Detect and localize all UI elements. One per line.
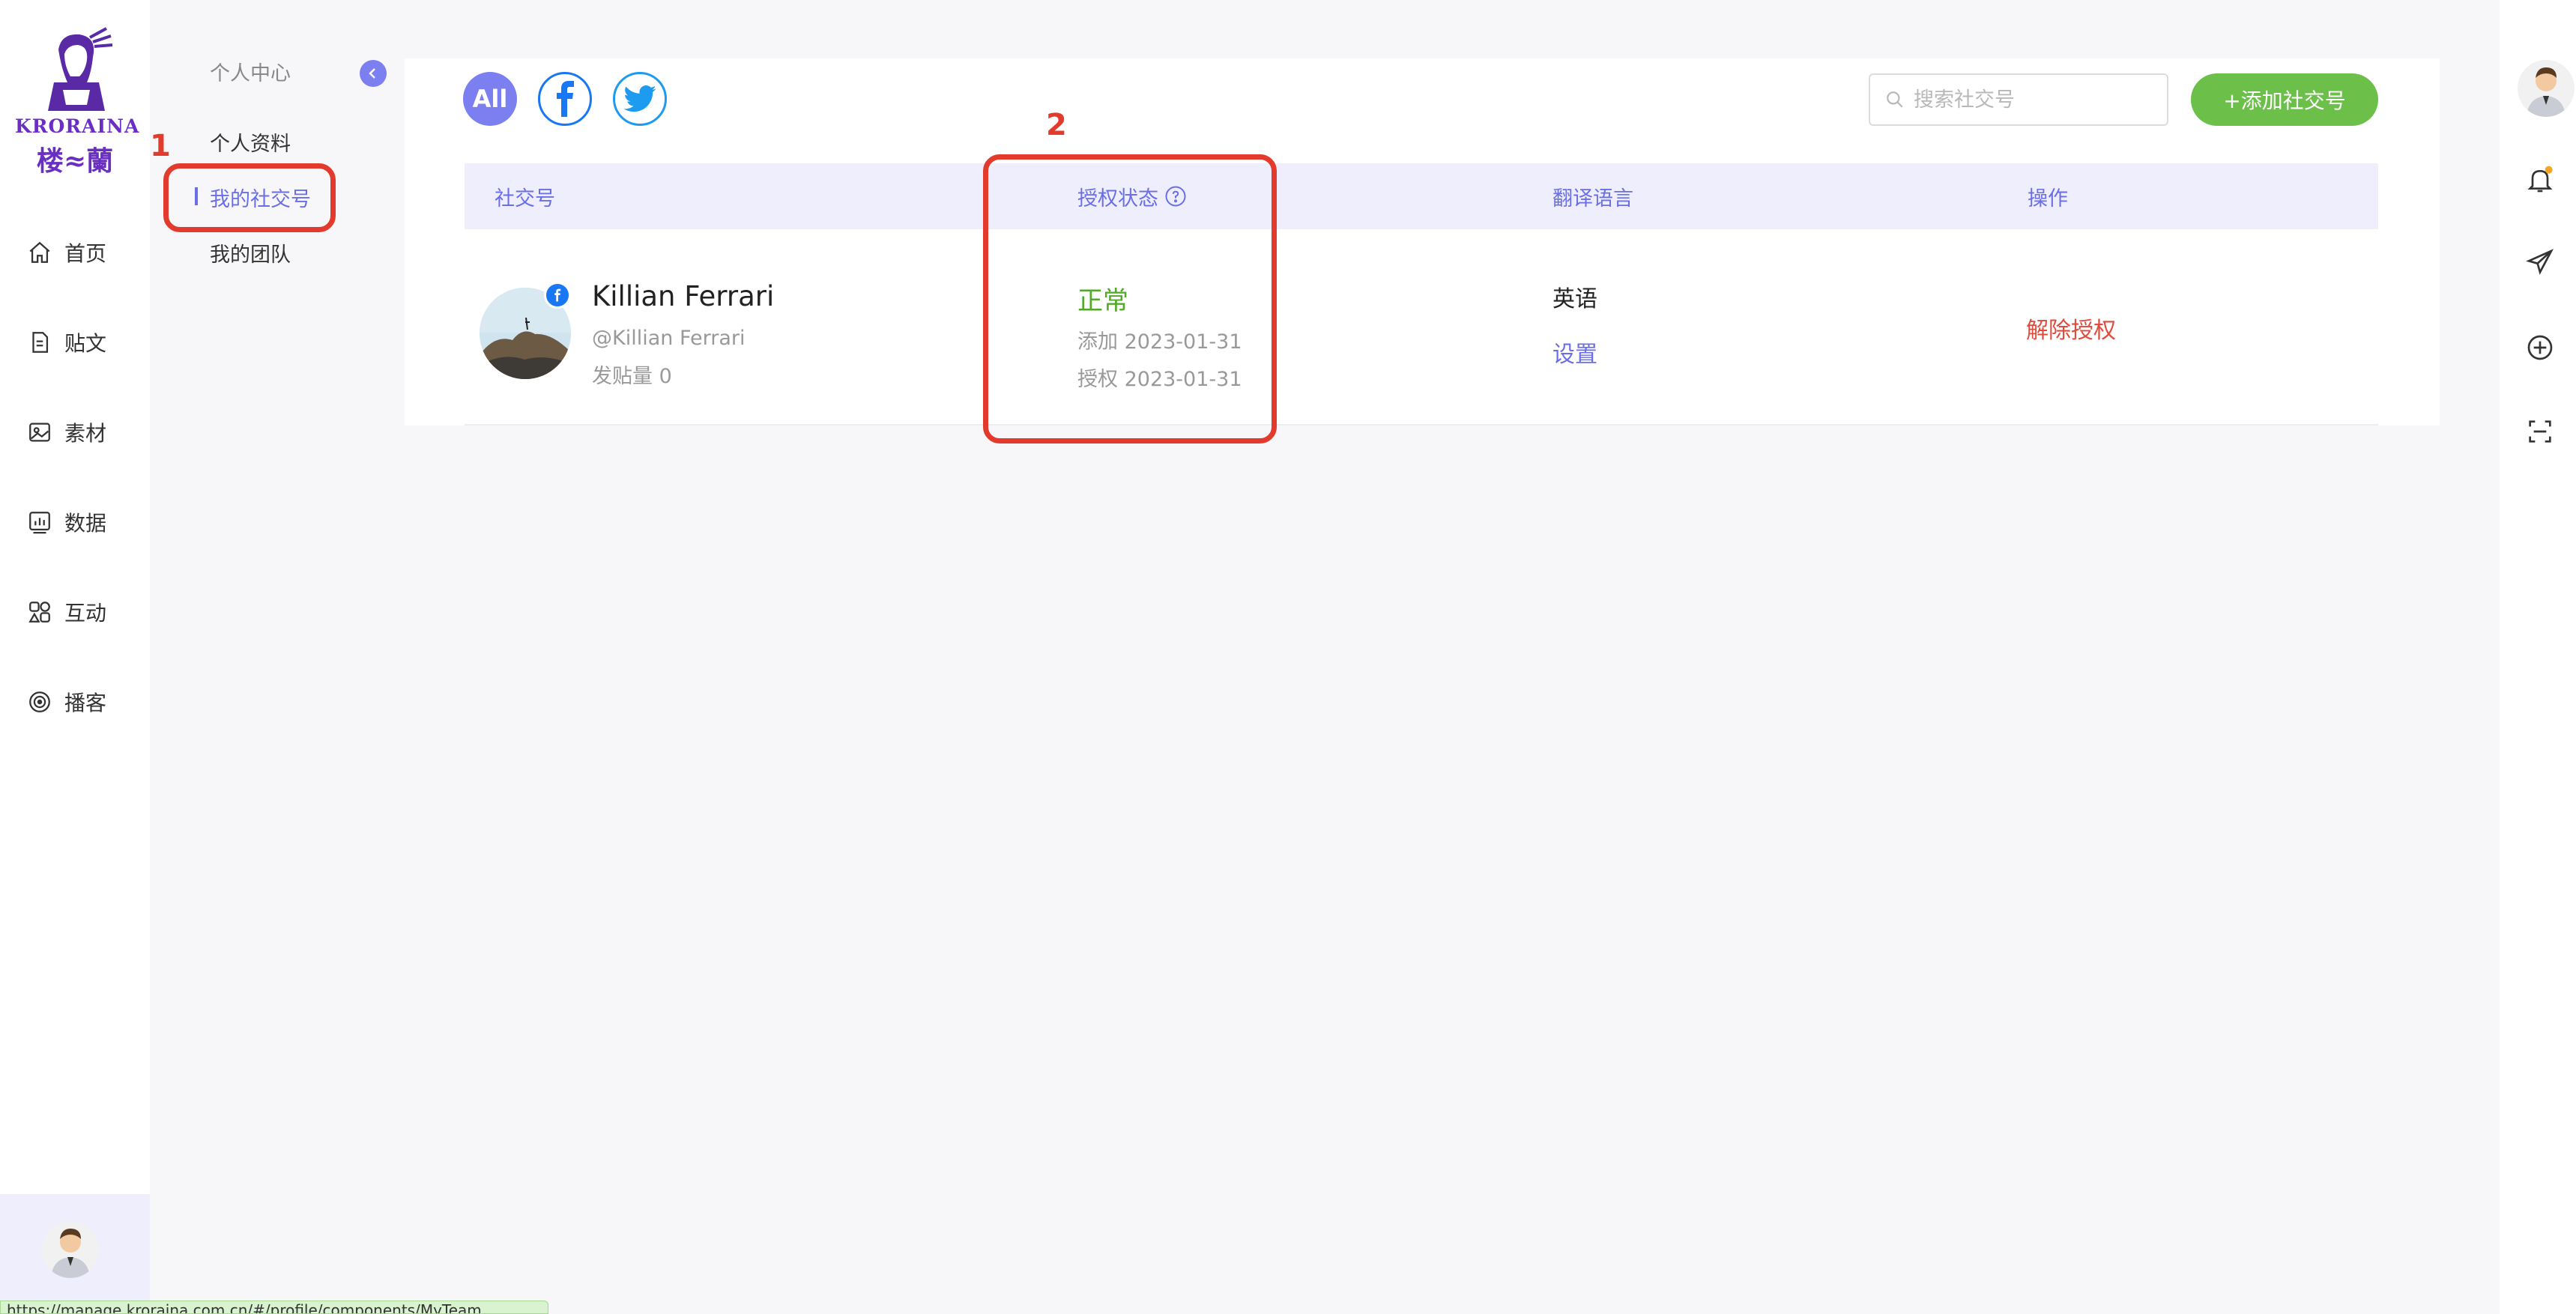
account-name[interactable]: Killian Ferrari: [592, 280, 774, 312]
account-handle: @Killian Ferrari: [592, 327, 746, 350]
right-rail: [2500, 0, 2576, 1314]
annotation-box-1: [163, 163, 336, 232]
filter-all-label: All: [472, 85, 508, 113]
user-avatar-icon: [51, 1229, 90, 1278]
collapse-button[interactable]: [360, 60, 387, 87]
submenu-title: 个人中心: [210, 62, 291, 85]
annotation-box-2: [983, 154, 1277, 443]
submenu-item-my-team[interactable]: 我的团队: [210, 238, 291, 267]
submenu-item-profile[interactable]: 个人资料: [210, 127, 291, 157]
column-header-translation-language: 翻译语言: [1552, 187, 1633, 211]
facebook-badge-icon: [554, 288, 561, 302]
left-nav: KRORAINA 楼≈蘭 首页 贴文 素材 数据 互动 播客: [0, 0, 150, 1314]
filter-all-button[interactable]: All: [463, 72, 517, 126]
chevron-left-icon: [369, 68, 375, 79]
annotation-number-2: 2: [1046, 108, 1067, 142]
send-icon[interactable]: [2525, 247, 2555, 277]
search-icon: [1887, 91, 1903, 108]
column-header-actions: 操作: [2028, 187, 2068, 211]
add-social-account-button[interactable]: +添加社交号: [2191, 73, 2378, 126]
row-divider: [465, 424, 2378, 426]
language-settings-link[interactable]: 设置: [1552, 336, 1597, 369]
table-header: 社交号 授权状态 翻译语言 操作: [465, 163, 2378, 229]
browser-status-bar: https://manage.kroraina.com.cn/#/profile…: [0, 1301, 548, 1314]
nav-item-label: 数据: [64, 511, 107, 536]
logo-emblem-icon: [48, 27, 113, 111]
platform-badge: [544, 282, 571, 309]
nav-item-podcast[interactable]: 播客: [27, 683, 106, 721]
translation-language: 英语: [1552, 286, 1597, 312]
revoke-authorization-link[interactable]: 解除授权: [2026, 312, 2116, 345]
podcast-icon: [29, 691, 50, 712]
twitter-icon: [623, 85, 656, 112]
nav-item-data[interactable]: 数据: [27, 503, 106, 541]
add-circle-icon[interactable]: [2525, 333, 2555, 363]
nav-item-label: 播客: [64, 691, 107, 715]
user-avatar-icon: [2527, 67, 2566, 117]
brand-name-cn: 楼≈蘭: [36, 145, 114, 177]
annotation-number-1: 1: [150, 129, 171, 163]
nav-item-interaction[interactable]: 互动: [27, 593, 106, 631]
filter-twitter-button[interactable]: [613, 72, 667, 126]
nav-item-label: 素材: [64, 421, 107, 446]
nav-item-label: 互动: [64, 601, 107, 626]
brand-name: KRORAINA: [15, 115, 140, 137]
logo[interactable]: KRORAINA 楼≈蘭: [15, 27, 140, 177]
interaction-icon: [28, 602, 50, 623]
scan-icon[interactable]: [2525, 417, 2555, 446]
document-icon: [32, 332, 49, 353]
nav-item-posts[interactable]: 贴文: [27, 324, 106, 361]
nav-item-home[interactable]: 首页: [27, 234, 106, 271]
column-header-account: 社交号: [495, 187, 555, 211]
bell-icon[interactable]: [2525, 165, 2555, 195]
filter-facebook-button[interactable]: [538, 72, 592, 126]
nav-item-label: 贴文: [64, 331, 107, 356]
nav-item-materials[interactable]: 素材: [27, 414, 106, 451]
search-box: [1869, 73, 2168, 126]
home-icon: [29, 241, 50, 263]
account-post-count: 发贴量 0: [592, 365, 672, 388]
chart-icon: [29, 512, 50, 534]
search-input[interactable]: [1914, 88, 2153, 112]
image-icon: [29, 423, 50, 442]
user-avatar[interactable]: [42, 1221, 99, 1278]
user-area: [0, 1194, 150, 1314]
facebook-icon: [557, 81, 574, 117]
header-user-avatar[interactable]: [2518, 60, 2575, 117]
nav-item-label: 首页: [64, 241, 107, 266]
